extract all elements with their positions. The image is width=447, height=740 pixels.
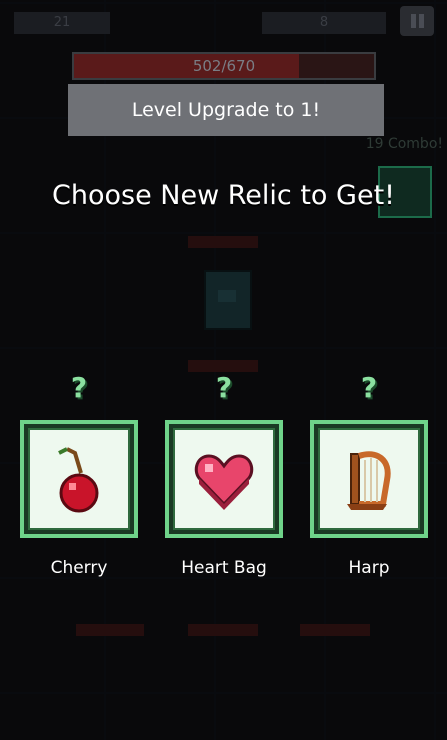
relic-option-harp[interactable]: ? Harp: [310, 370, 428, 578]
relic-card[interactable]: [20, 420, 138, 538]
question-mark: ?: [70, 371, 88, 404]
relic-option-heart-bag[interactable]: ? Heart Bag: [165, 370, 283, 578]
relic-name: Harp: [348, 558, 390, 578]
relic-option-cherry[interactable]: ? Cherry: [20, 370, 138, 578]
question-mark: ?: [215, 371, 233, 404]
relic-choice-title: Choose New Relic to Get!: [52, 180, 395, 211]
harp-icon: [347, 451, 391, 510]
relic-name: Cherry: [50, 558, 108, 578]
level-up-banner: Level Upgrade to 1!: [68, 84, 384, 136]
pause-button[interactable]: [400, 6, 434, 36]
heart-icon: [194, 454, 254, 510]
hp-bar: 502/670: [72, 52, 376, 80]
combo-counter: 19 Combo!: [365, 136, 443, 152]
hp-text: 502/670: [192, 57, 256, 75]
hud-right-counter: 8: [262, 12, 386, 34]
relic-card[interactable]: [165, 420, 283, 538]
question-mark: ?: [360, 371, 378, 404]
hud-left-counter: 21: [14, 12, 110, 34]
relic-card[interactable]: [310, 420, 428, 538]
relic-name: Heart Bag: [181, 558, 267, 578]
cherry-icon: [58, 447, 99, 513]
